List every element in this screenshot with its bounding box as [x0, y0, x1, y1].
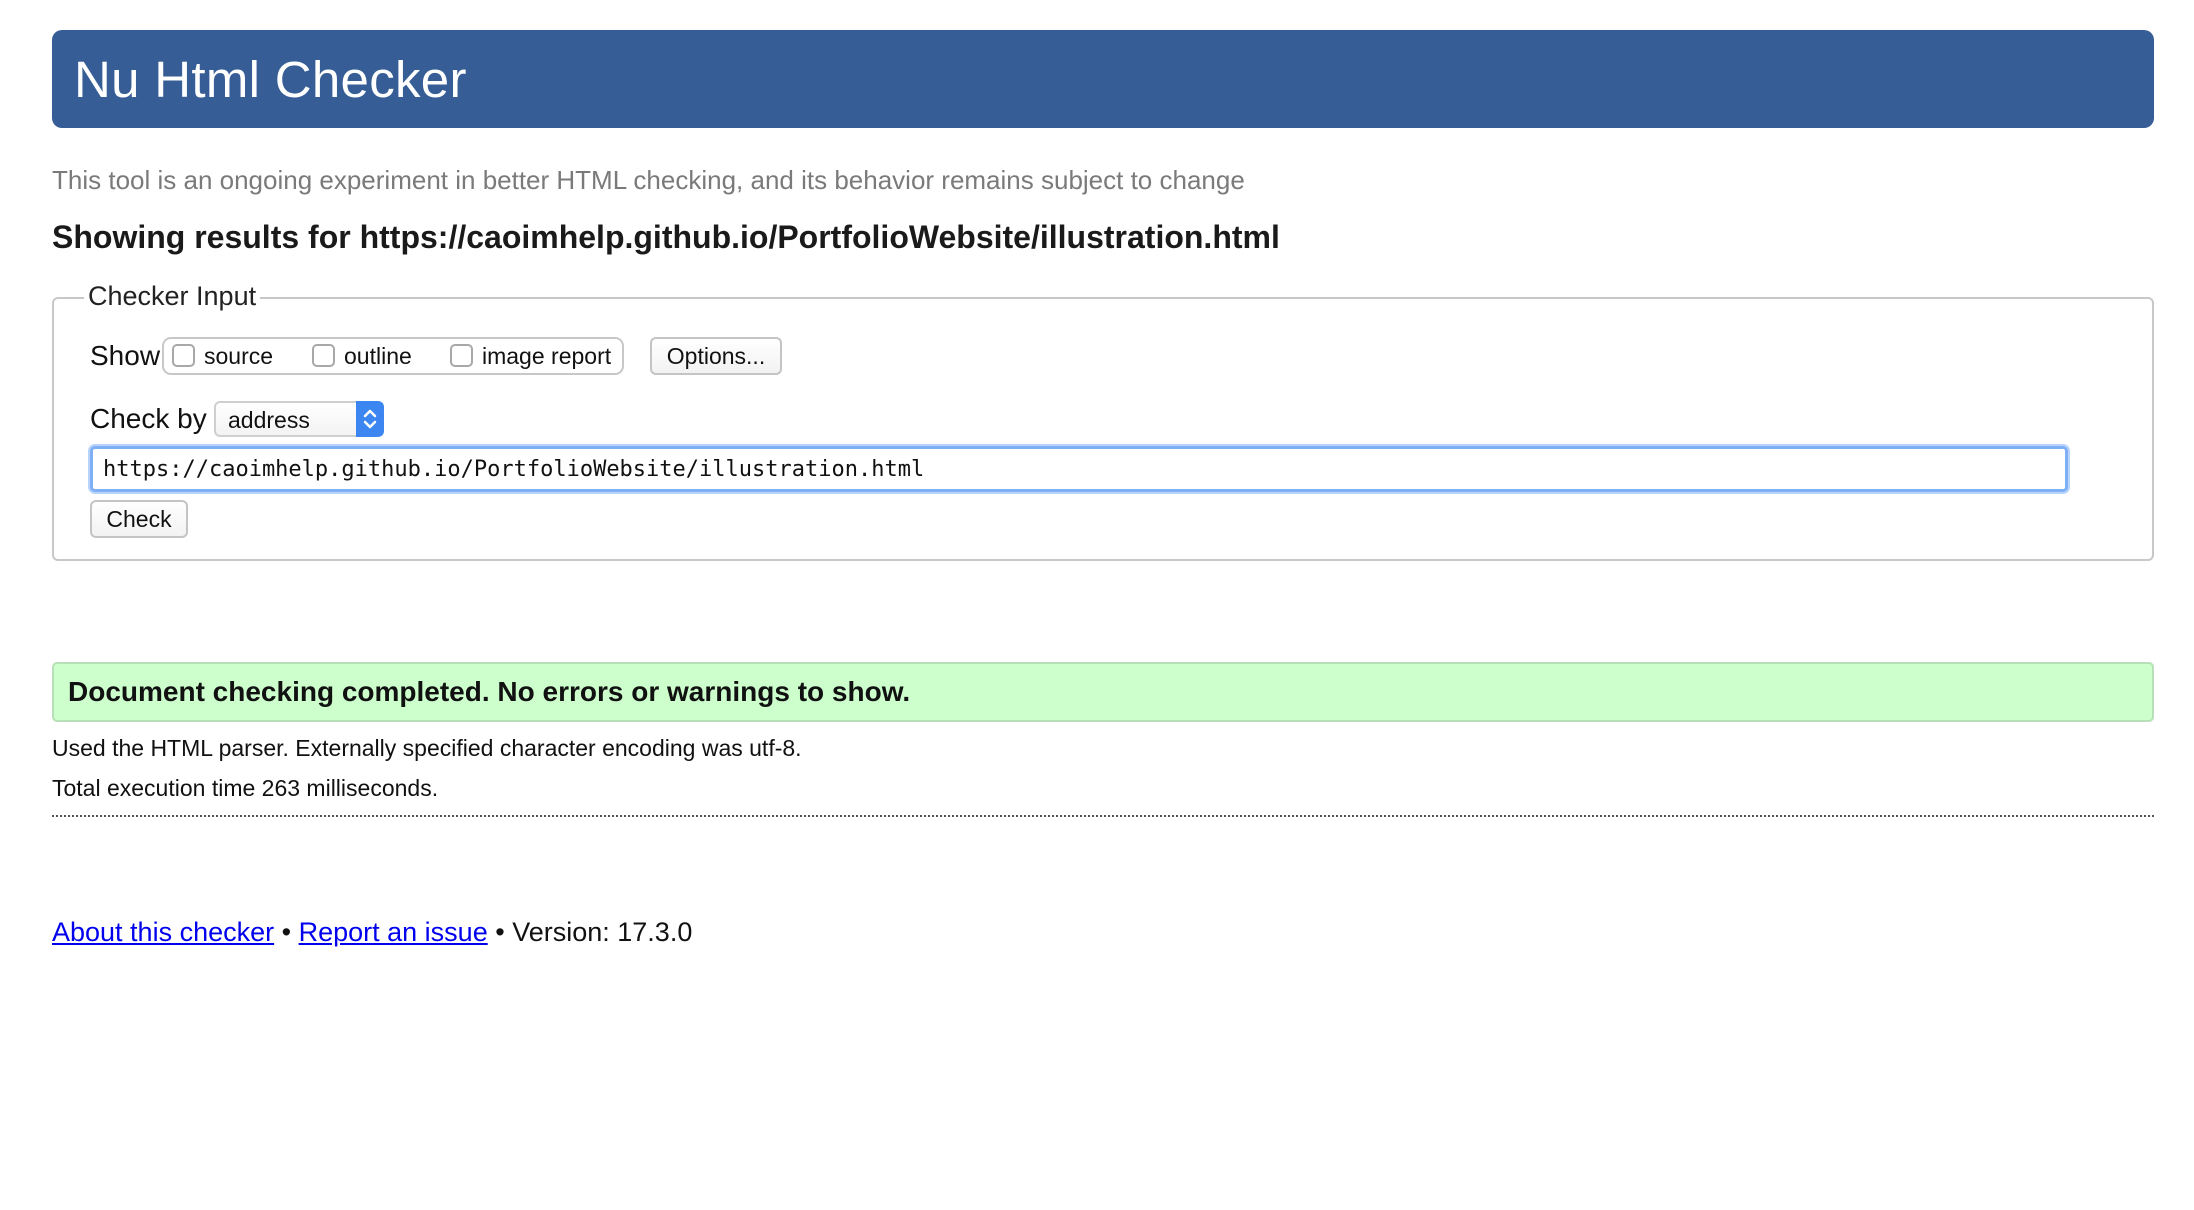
footer-separator: • [281, 917, 292, 947]
footer-separator: • [495, 917, 505, 947]
execution-time: Total execution time 263 milliseconds. [52, 775, 439, 801]
page-title: Nu Html Checker [74, 50, 467, 108]
show-label: Show [90, 340, 161, 371]
report-issue-link[interactable]: Report an issue [299, 917, 488, 947]
results-heading: Showing results for https://caoimhelp.gi… [52, 219, 1280, 255]
show-options-group: source outline image report [162, 337, 624, 375]
check-by-selected-value: address [228, 407, 310, 433]
outline-checkbox[interactable] [312, 344, 335, 367]
source-checkbox-label[interactable]: source [204, 343, 273, 370]
dotted-divider [52, 815, 2154, 817]
footer: About this checker • Report an issue • V… [52, 917, 692, 948]
checker-input-legend: Checker Input [84, 281, 261, 312]
about-checker-link[interactable]: About this checker [52, 917, 274, 947]
check-button[interactable]: Check [90, 500, 188, 538]
options-button[interactable]: Options... [650, 337, 782, 375]
url-input[interactable] [90, 446, 2068, 492]
image-report-checkbox[interactable] [450, 344, 473, 367]
check-by-label: Check by [90, 403, 207, 434]
success-message: Document checking completed. No errors o… [52, 662, 2154, 722]
checker-input-fieldset: Checker Input Show source outline image … [52, 281, 2154, 561]
version-text: Version: 17.3.0 [512, 917, 693, 947]
source-checkbox[interactable] [172, 344, 195, 367]
parser-info: Used the HTML parser. Externally specifi… [52, 735, 802, 761]
image-report-checkbox-label[interactable]: image report [482, 343, 611, 370]
select-arrows-icon [356, 401, 384, 437]
header-banner: Nu Html Checker [52, 30, 2154, 128]
tagline: This tool is an ongoing experiment in be… [52, 165, 1245, 195]
check-by-select[interactable]: address [214, 401, 384, 437]
outline-checkbox-label[interactable]: outline [344, 343, 412, 370]
page: Nu Html Checker This tool is an ongoing … [0, 0, 2194, 1210]
